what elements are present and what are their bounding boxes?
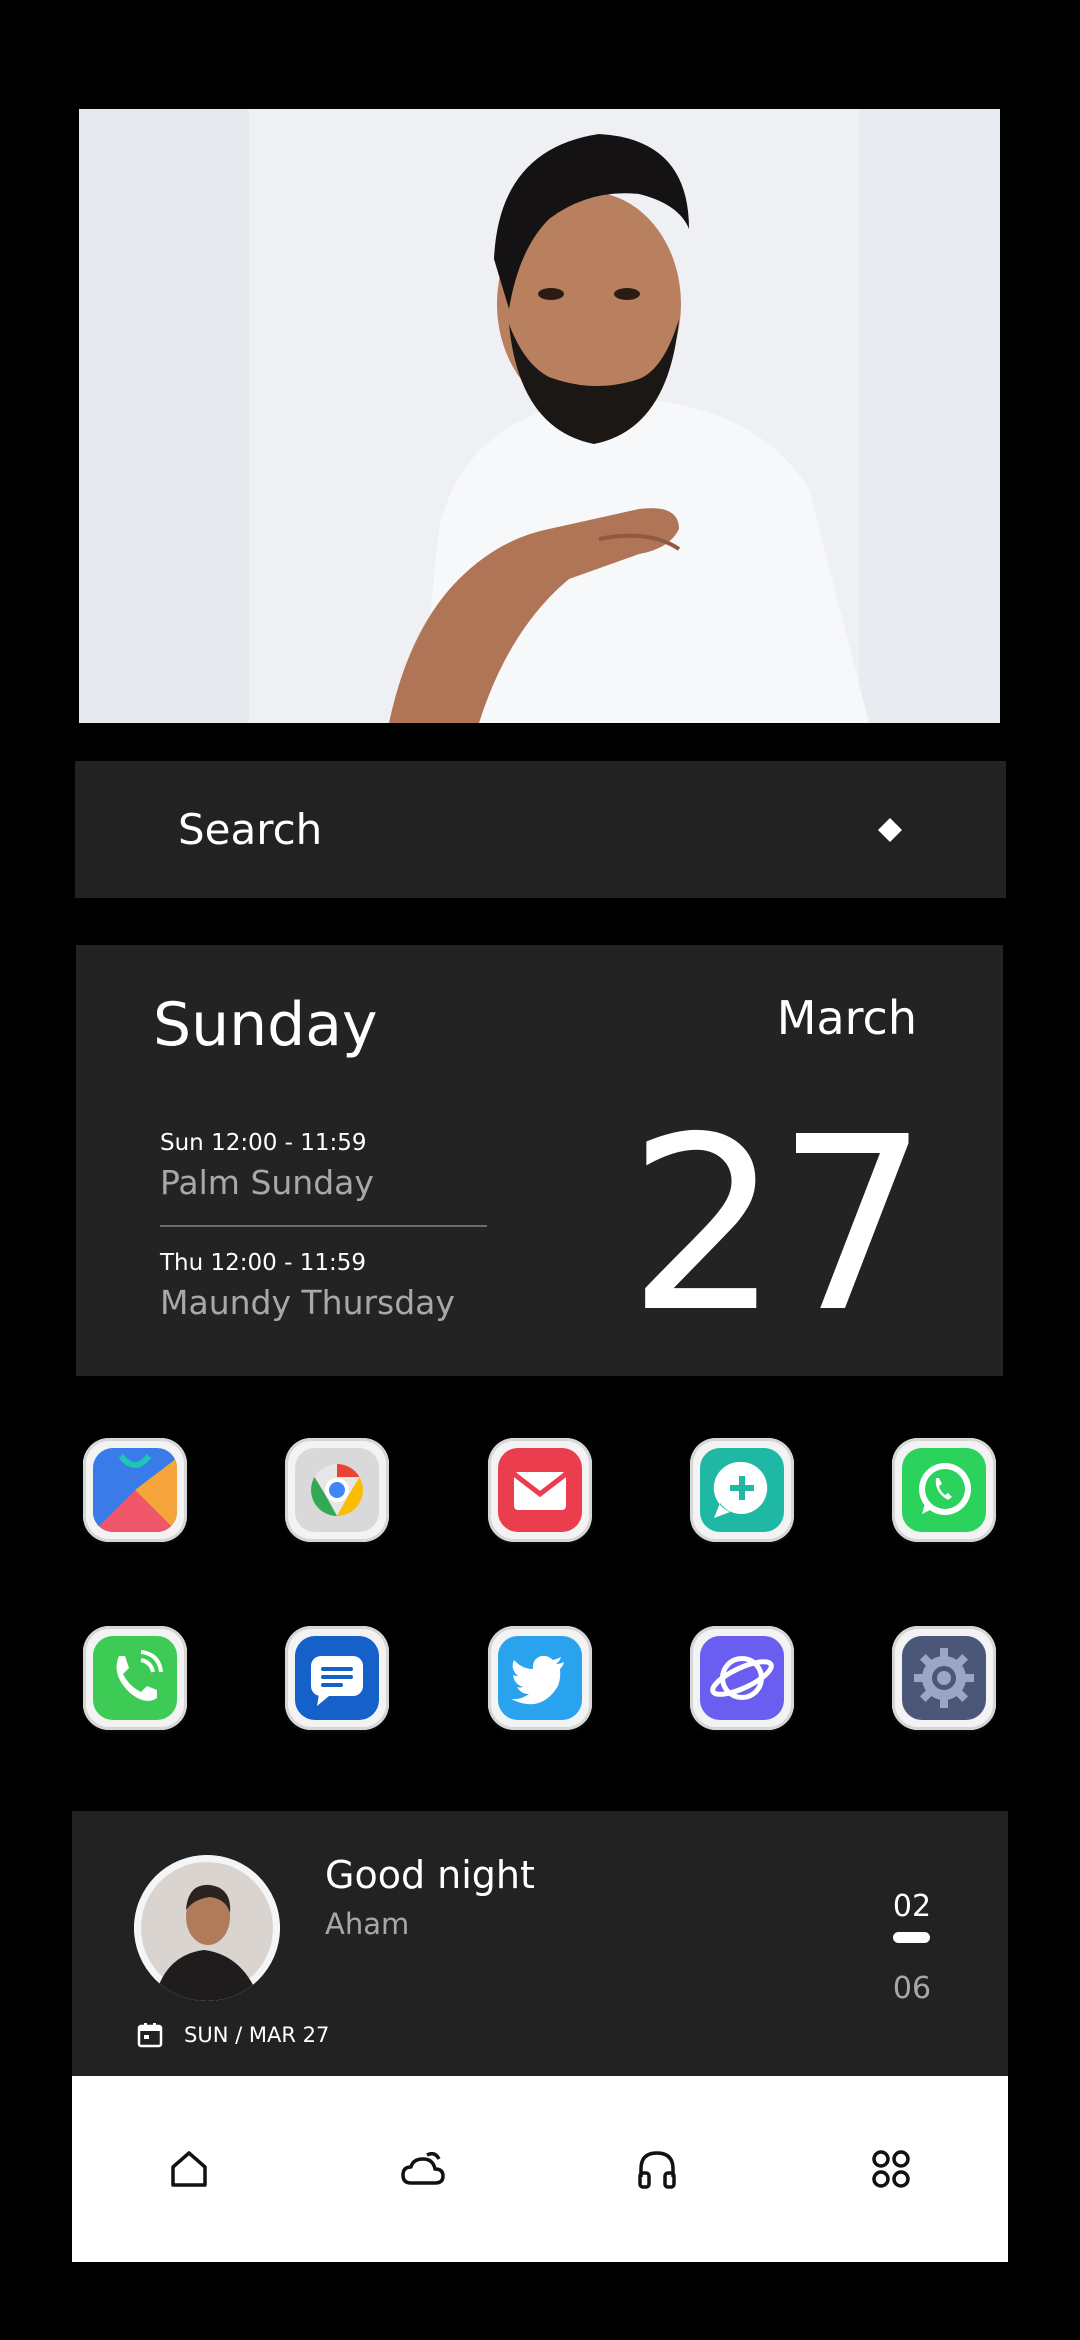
mail-icon <box>498 1448 582 1532</box>
chat-plus-icon <box>700 1448 784 1532</box>
search-bar[interactable]: Search <box>75 761 1006 898</box>
artist-photo <box>134 1855 280 2001</box>
app-whatsapp[interactable] <box>892 1438 996 1542</box>
event-title[interactable]: Maundy Thursday <box>160 1283 455 1322</box>
app-play-store[interactable] <box>83 1438 187 1542</box>
track-progress-bar <box>893 1932 930 1943</box>
app-twitter[interactable] <box>488 1626 592 1730</box>
app-phone[interactable] <box>83 1626 187 1730</box>
month-name: March <box>776 991 917 1045</box>
track-title: Good night <box>325 1853 535 1897</box>
event-time: Thu 12:00 - 11:59 <box>160 1250 367 1276</box>
music-widget[interactable]: Good night Aham 02 06 SUN / MAR 27 <box>72 1811 1008 2076</box>
play-store-icon <box>93 1448 177 1532</box>
nav-music[interactable] <box>540 2076 774 2262</box>
bottom-nav <box>72 2076 1008 2262</box>
headphones-icon <box>638 2151 676 2189</box>
search-label: Search <box>178 805 323 854</box>
home-icon <box>171 2151 207 2187</box>
browser-planet-icon <box>700 1636 784 1720</box>
event-divider <box>160 1225 487 1227</box>
music-date: SUN / MAR 27 <box>184 2023 330 2047</box>
calendar-widget[interactable]: Sunday March 27 Sun 12:00 - 11:59 Palm S… <box>76 945 1003 1376</box>
apps-grid-icon <box>872 2150 910 2188</box>
app-chat-plus[interactable] <box>690 1438 794 1542</box>
event-time: Sun 12:00 - 11:59 <box>160 1130 367 1156</box>
weather-icon <box>401 2151 445 2185</box>
date-number: 27 <box>627 1085 929 1365</box>
album-art-avatar[interactable] <box>134 1855 280 2001</box>
app-chrome[interactable] <box>285 1438 389 1542</box>
nav-apps[interactable] <box>774 2076 1008 2262</box>
twitter-icon <box>498 1636 582 1720</box>
event-title[interactable]: Palm Sunday <box>160 1163 374 1202</box>
nav-home[interactable] <box>72 2076 306 2262</box>
day-name: Sunday <box>153 990 378 1060</box>
diamond-icon[interactable] <box>876 816 904 844</box>
portrait-photo <box>79 109 1000 723</box>
nav-weather[interactable] <box>306 2076 540 2262</box>
track-artist: Aham <box>325 1907 410 1941</box>
track-number-current: 02 <box>892 1889 932 1924</box>
track-number-total: 06 <box>892 1971 932 2006</box>
app-mail[interactable] <box>488 1438 592 1542</box>
app-internet[interactable] <box>690 1626 794 1730</box>
phone-icon <box>93 1636 177 1720</box>
messages-icon <box>295 1636 379 1720</box>
app-messages[interactable] <box>285 1626 389 1730</box>
chrome-icon <box>295 1448 379 1532</box>
whatsapp-icon <box>902 1448 986 1532</box>
settings-gear-icon <box>902 1636 986 1720</box>
app-settings[interactable] <box>892 1626 996 1730</box>
photo-widget[interactable] <box>79 109 1000 723</box>
calendar-icon <box>137 2023 163 2048</box>
